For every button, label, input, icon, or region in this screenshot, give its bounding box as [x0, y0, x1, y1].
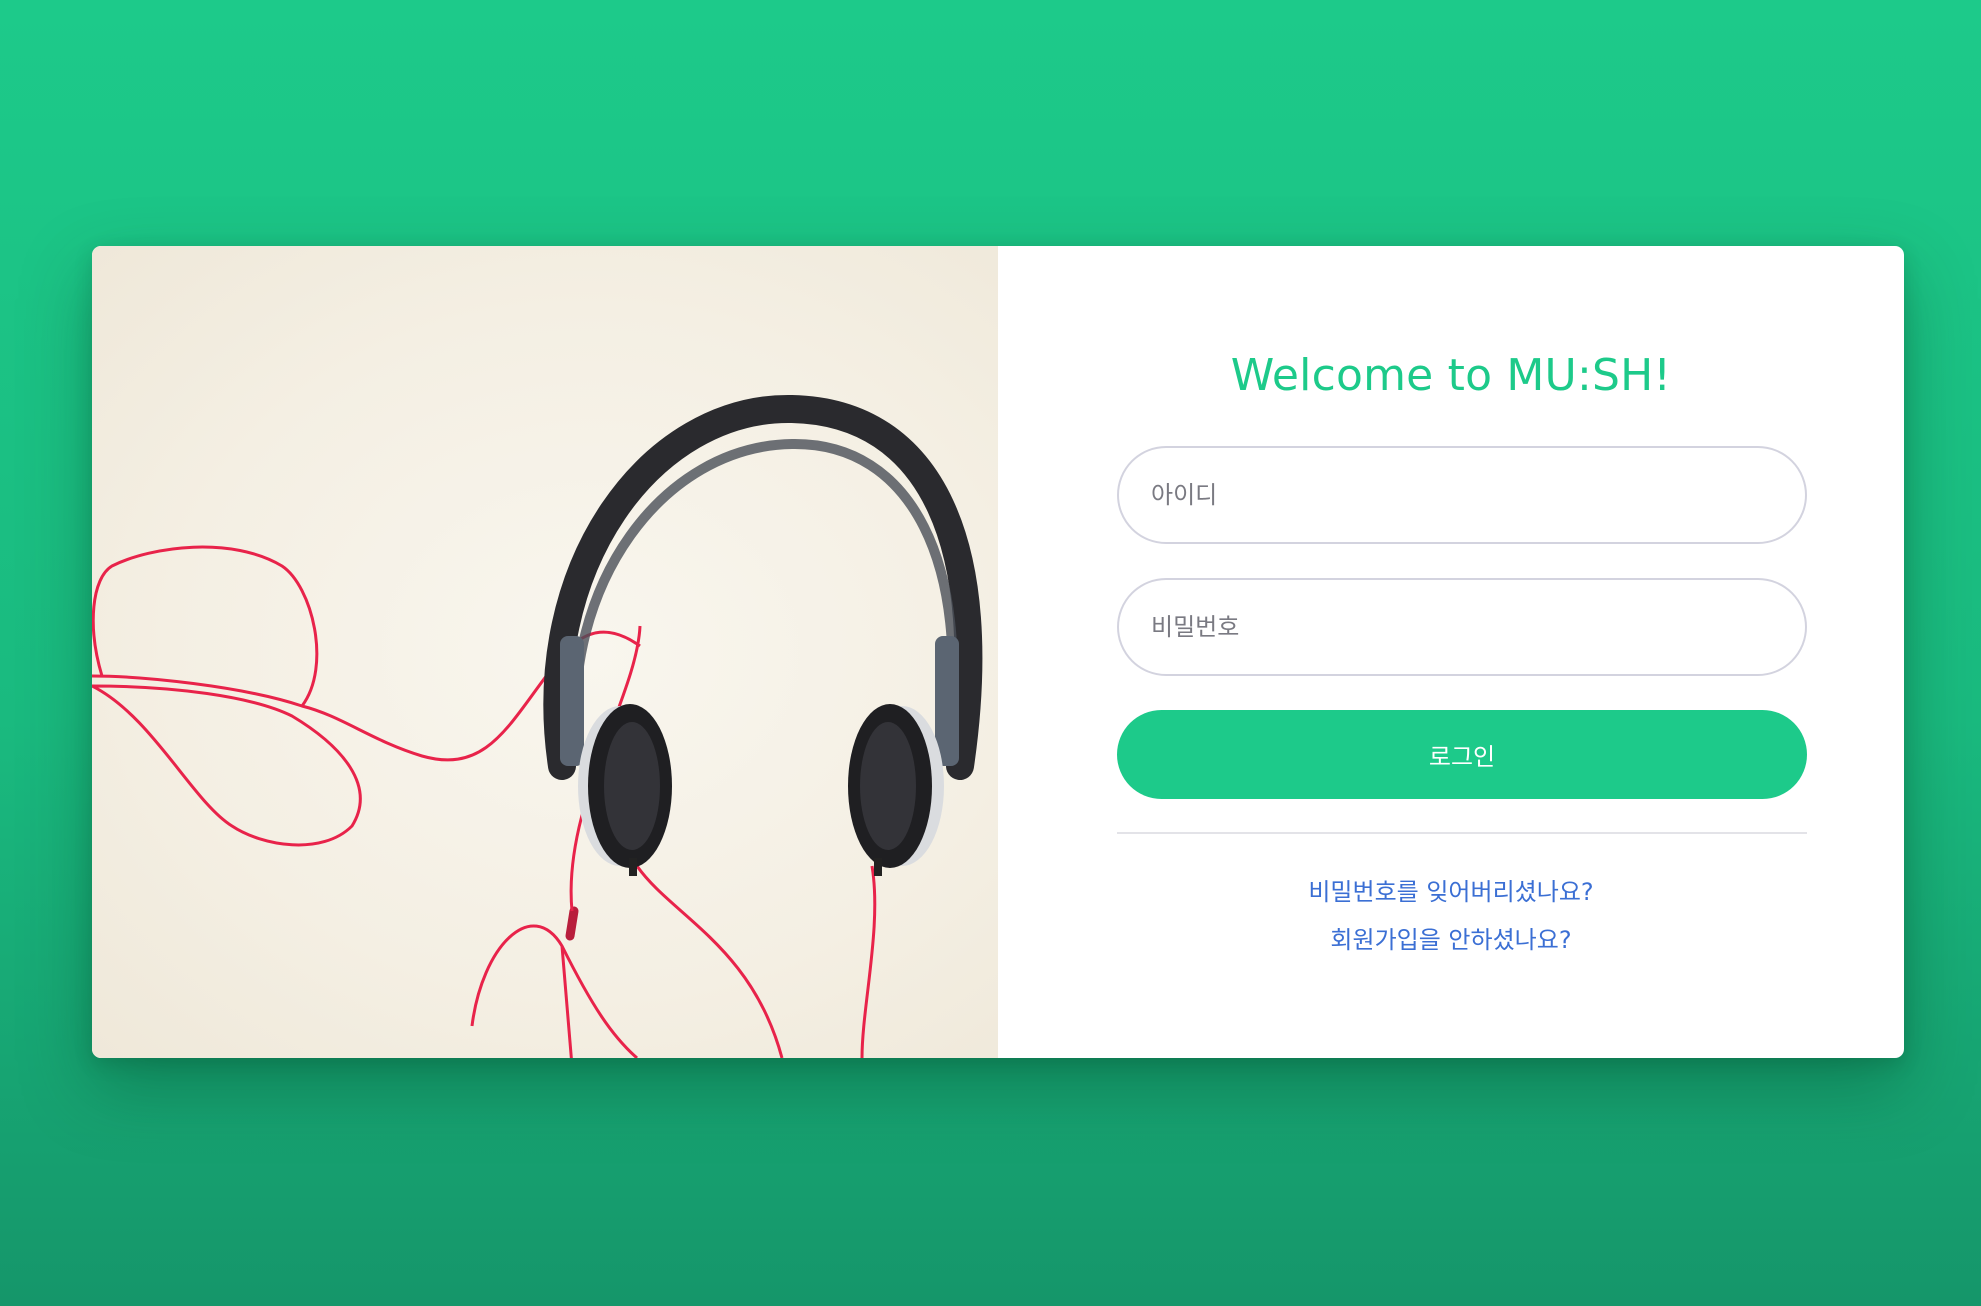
forgot-password-link[interactable]: 비밀번호를 잊어버리셨나요? [998, 872, 1904, 907]
signup-link[interactable]: 회원가입을 안하셨나요? [998, 920, 1904, 955]
headphones-icon [92, 394, 983, 1058]
headphones-photo [92, 246, 998, 1058]
id-input[interactable] [1117, 446, 1807, 544]
welcome-title: Welcome to MU:SH! [1230, 350, 1672, 401]
login-card: Welcome to MU:SH! 로그인 비밀번호를 잊어버리셨나요? 회원가… [92, 246, 1904, 1058]
login-form: Welcome to MU:SH! 로그인 비밀번호를 잊어버리셨나요? 회원가… [998, 246, 1904, 1058]
divider [1117, 832, 1807, 834]
password-input[interactable] [1117, 578, 1807, 676]
login-button[interactable]: 로그인 [1117, 710, 1807, 799]
